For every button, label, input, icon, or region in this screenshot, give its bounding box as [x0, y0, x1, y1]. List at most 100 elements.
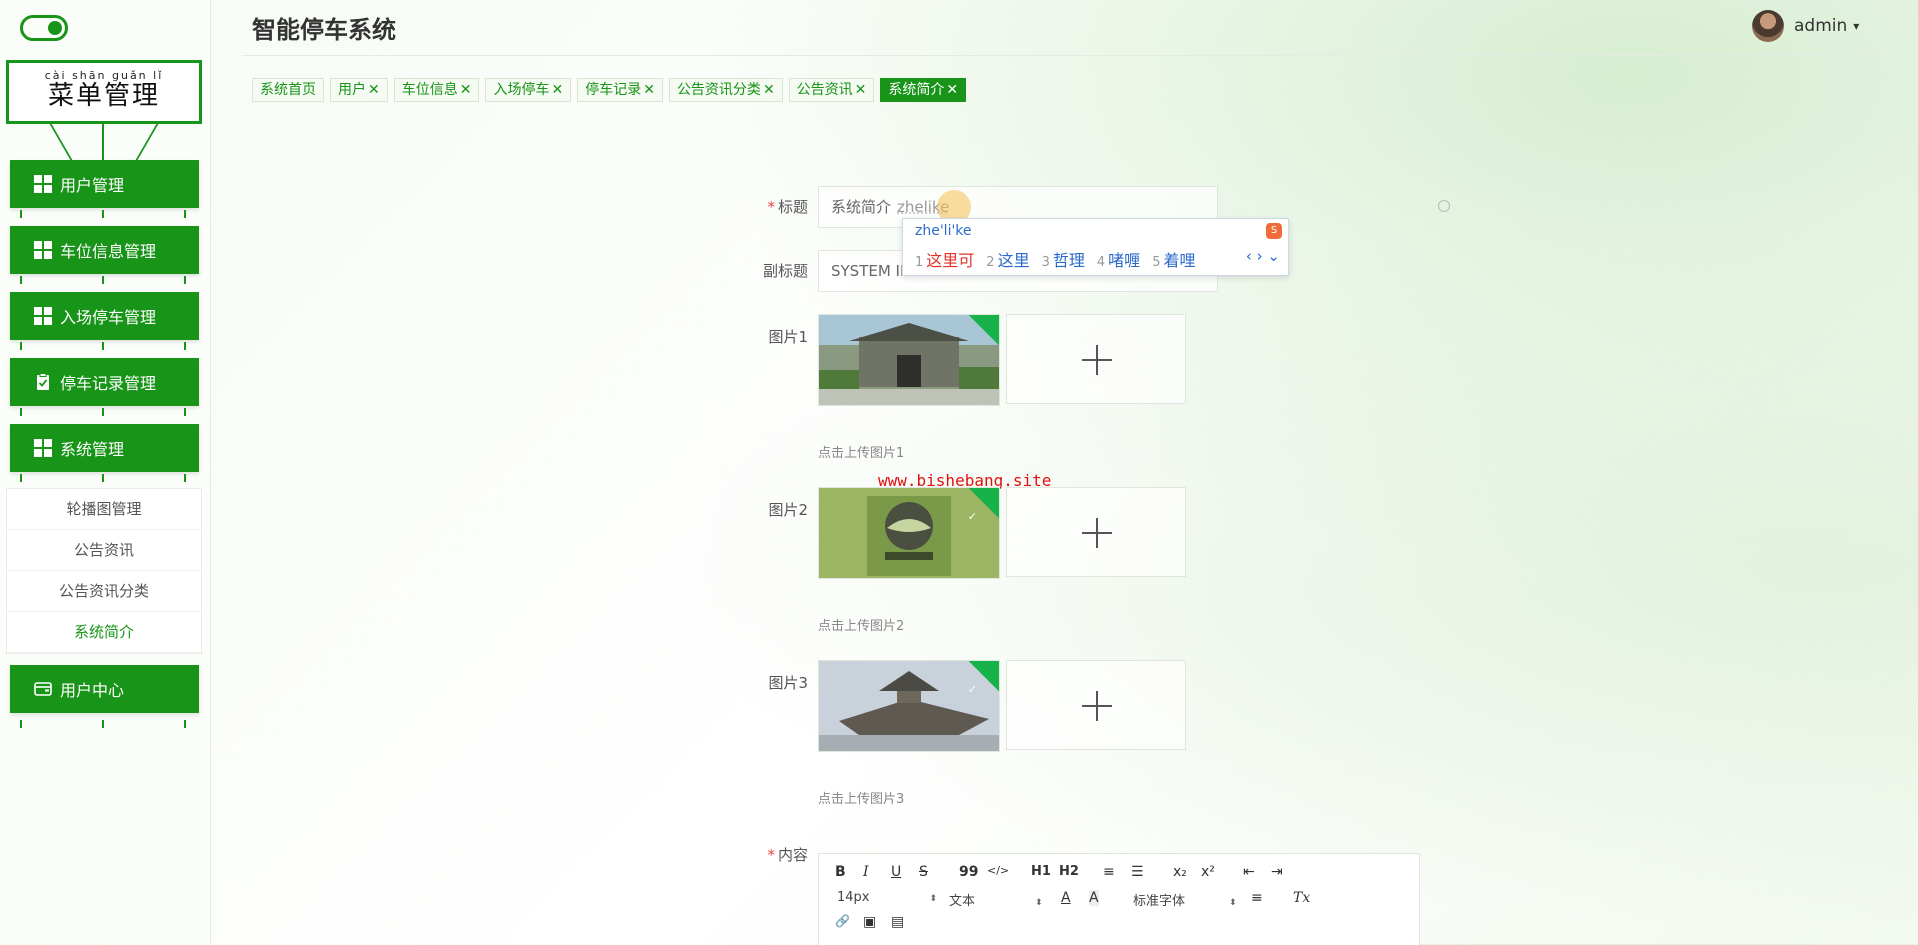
sidebar-item-label: 停车记录管理	[60, 374, 157, 393]
rich-text-editor[interactable]: B I U S 99 </> H1 H2 ≡ ☰ x₂ x² ⇤ ⇥ 14px ⬍…	[818, 853, 1420, 945]
sidebar-item-label: 入场停车管理	[60, 308, 157, 327]
superscript-button[interactable]: x²	[1201, 864, 1215, 880]
avatar[interactable]	[1752, 10, 1784, 42]
close-icon[interactable]: ✕	[643, 82, 655, 98]
video-icon[interactable]: ▤	[891, 914, 904, 930]
candidate-text: 啫喱	[1108, 251, 1141, 270]
ime-candidate[interactable]: 1 这里可	[915, 247, 974, 271]
submenu-item-announcements[interactable]: 公告资讯	[7, 530, 201, 571]
tag-label: 系统简介	[888, 82, 945, 98]
divider-tick	[102, 210, 104, 218]
ordered-list-button[interactable]: ≡	[1103, 864, 1115, 880]
tag-parking-space[interactable]: 车位信息 ✕	[393, 78, 480, 102]
link-icon[interactable]: 🔗	[835, 914, 850, 928]
title-value: 系统简介	[831, 198, 892, 216]
h2-button[interactable]: H2	[1059, 864, 1079, 879]
pic1-label: 图片1	[768, 328, 808, 346]
pic2-hint: 点击上传图片2	[818, 619, 905, 634]
wallet-icon	[34, 680, 52, 698]
font-size-value: 14px	[837, 890, 870, 905]
sidebar-toggle[interactable]	[20, 15, 68, 41]
pic2-thumbnail[interactable]: ✓	[818, 487, 1000, 579]
close-icon[interactable]: ✕	[368, 82, 380, 98]
ime-candidate[interactable]: 3 哲理	[1042, 247, 1085, 271]
close-icon[interactable]: ✕	[855, 82, 867, 98]
background-color-button[interactable]: A	[1089, 890, 1099, 906]
submenu-item-carousel[interactable]: 轮播图管理	[7, 489, 201, 530]
pic1-thumbnail[interactable]	[818, 314, 1000, 406]
pic3-label: 图片3	[768, 674, 808, 692]
toggle-knob	[48, 21, 62, 35]
check-icon: ✓	[967, 683, 977, 696]
candidate-text: 哲理	[1052, 251, 1085, 270]
align-button[interactable]: ≡	[1251, 890, 1263, 906]
tag-home[interactable]: 系统首页	[252, 78, 324, 102]
sidebar-item-system-management[interactable]: 系统管理	[10, 424, 199, 472]
font-size-select[interactable]: 14px ⬍	[837, 890, 937, 905]
outdent-button[interactable]: ⇤	[1243, 864, 1255, 880]
indent-button[interactable]: ⇥	[1271, 864, 1283, 880]
pic3-upload-button[interactable]	[1006, 660, 1186, 750]
subtitle-label: 副标题	[762, 262, 808, 280]
sidebar-item-entry-parking[interactable]: 入场停车管理	[10, 292, 199, 340]
clear-format-button[interactable]: Tx	[1293, 890, 1310, 906]
tag-label: 车位信息	[401, 82, 458, 98]
ime-page-nav[interactable]: ‹ › ⌄	[1246, 247, 1280, 265]
tag-announcements[interactable]: 公告资讯 ✕	[788, 78, 875, 102]
close-icon[interactable]: ✕	[763, 82, 775, 98]
tag-entry-parking[interactable]: 入场停车 ✕	[485, 78, 572, 102]
grid-icon	[34, 439, 52, 457]
divider-tick	[102, 408, 104, 416]
pic1-upload-button[interactable]	[1006, 314, 1186, 404]
clipboard-check-icon	[34, 373, 52, 391]
pic2-upload-button[interactable]	[1006, 487, 1186, 577]
image-icon[interactable]: ▣	[863, 914, 876, 930]
strike-button[interactable]: S	[919, 864, 928, 880]
font-family-select[interactable]: 标准字体 ⬍	[1133, 890, 1237, 909]
font-family-value: 标准字体	[1133, 894, 1186, 909]
h1-button[interactable]: H1	[1031, 864, 1051, 879]
bold-button[interactable]: B	[835, 864, 846, 880]
italic-button[interactable]: I	[863, 864, 869, 880]
tag-label: 入场停车	[493, 82, 550, 98]
circle-icon	[1438, 200, 1450, 212]
grid-icon	[34, 241, 52, 259]
submenu-item-announcement-categories[interactable]: 公告资讯分类	[7, 571, 201, 612]
ime-candidate[interactable]: 2 这里	[986, 247, 1029, 271]
close-icon[interactable]: ✕	[551, 82, 563, 98]
candidate-text: 这里可	[926, 251, 975, 270]
close-icon[interactable]: ✕	[460, 82, 472, 98]
ime-candidate[interactable]: 4 啫喱	[1097, 247, 1140, 271]
bullet-list-button[interactable]: ☰	[1131, 864, 1144, 880]
tag-user[interactable]: 用户 ✕	[330, 78, 388, 102]
plus-icon	[1096, 518, 1098, 548]
underline-button[interactable]: U	[891, 864, 901, 880]
ime-candidate[interactable]: 5 着哩	[1152, 247, 1195, 271]
divider-tick	[102, 720, 104, 728]
divider-tick	[20, 408, 22, 416]
candidate-number: 3	[1041, 255, 1050, 270]
grid-icon	[34, 307, 52, 325]
menu-title: 菜单管理	[47, 81, 160, 111]
submenu-item-system-intro[interactable]: 系统简介	[7, 612, 201, 653]
font-color-button[interactable]: A	[1061, 890, 1071, 906]
tag-system-intro[interactable]: 系统简介 ✕	[880, 78, 967, 102]
divider-tick	[102, 342, 104, 350]
chevron-updown-icon: ⬍	[1035, 898, 1043, 908]
user-menu[interactable]: admin ▾	[1752, 10, 1859, 42]
close-icon[interactable]: ✕	[946, 82, 958, 98]
ime-candidate-popup: zhe'li'ke S 1 这里可 2 这里 3 哲理 4 啫喱 5 着哩 ‹ › ⌄	[902, 218, 1289, 276]
divider-tick	[184, 342, 186, 350]
code-block-button[interactable]: </>	[987, 864, 1009, 877]
header-select[interactable]: 文本 ⬍	[949, 890, 1043, 909]
sidebar-item-user-center[interactable]: 用户中心	[10, 665, 199, 713]
tag-announcement-categories[interactable]: 公告资讯分类 ✕	[668, 78, 783, 102]
sidebar-item-user-management[interactable]: 用户管理	[10, 160, 199, 208]
tag-parking-records[interactable]: 停车记录 ✕	[577, 78, 663, 102]
subscript-button[interactable]: x₂	[1173, 864, 1187, 880]
blockquote-button[interactable]: 99	[959, 864, 978, 880]
pic3-thumbnail[interactable]: ✓	[818, 660, 1000, 752]
sidebar: cài shān guǎn lǐ 菜单管理 用户管理 车位信息管理 入场停车管理…	[0, 0, 211, 944]
sidebar-item-parking-records[interactable]: 停车记录管理	[10, 358, 199, 406]
sidebar-item-parking-space[interactable]: 车位信息管理	[10, 226, 199, 274]
